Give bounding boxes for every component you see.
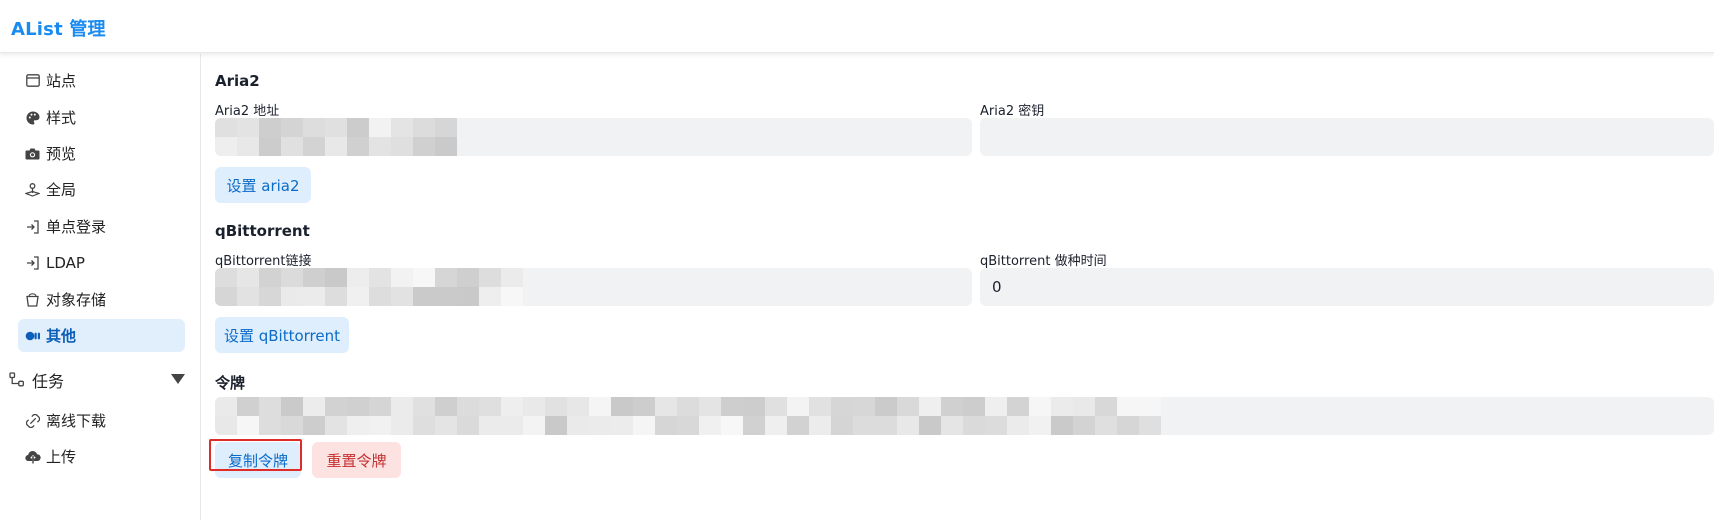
sidebar-item-label: 单点登录 <box>46 218 107 236</box>
chevron-down-icon[interactable] <box>171 374 185 384</box>
seedtime-value: 0 <box>992 278 1002 296</box>
sign-in-icon <box>24 254 41 271</box>
camera-icon <box>24 145 41 162</box>
workflow-icon <box>8 372 26 388</box>
token-input[interactable] <box>215 397 1714 435</box>
sidebar-item-label: 对象存储 <box>46 291 107 309</box>
section-title-token: 令牌 <box>215 374 246 392</box>
redacted-value <box>215 397 1161 435</box>
sidebar-item-label: 离线下载 <box>46 412 107 430</box>
sidebar-item-offline-download[interactable]: 离线下载 <box>18 404 185 437</box>
cloud-upload-icon <box>24 448 41 465</box>
sidebar-item-object-storage[interactable]: 对象存储 <box>18 283 185 316</box>
sidebar-item-preview[interactable]: 预览 <box>18 137 185 170</box>
sidebar-item-label: 上传 <box>46 448 77 466</box>
sidebar-item-site[interactable]: 站点 <box>18 64 185 97</box>
sidebar-item-label: 其他 <box>46 327 77 345</box>
aria2-secret-input[interactable] <box>980 118 1714 156</box>
focus-highlight <box>209 439 302 471</box>
sidebar-item-upload[interactable]: 上传 <box>18 440 185 473</box>
sidebar: 站点 样式 预览 全局 单点登录 LDAP 对象存储 其他 任务 离线下载 上传 <box>0 54 201 520</box>
palette-icon <box>24 109 41 126</box>
redacted-value <box>215 118 457 156</box>
sidebar-item-label: 全局 <box>46 181 77 199</box>
sign-in-icon <box>24 218 41 235</box>
set-aria2-button[interactable]: 设置 aria2 <box>215 167 311 203</box>
top-bar: AList 管理 <box>0 0 1714 53</box>
set-qbittorrent-button[interactable]: 设置 qBittorrent <box>215 317 349 353</box>
sidebar-item-other[interactable]: 其他 <box>18 319 185 352</box>
sidebar-item-ldap[interactable]: LDAP <box>18 246 185 279</box>
qbittorrent-url-label: qBittorrent链接 <box>215 254 312 269</box>
qbittorrent-url-input[interactable] <box>215 268 972 306</box>
redacted-value <box>215 268 523 306</box>
reset-token-button[interactable]: 重置令牌 <box>312 442 401 478</box>
qbittorrent-seedtime-input[interactable]: 0 <box>980 268 1714 306</box>
sidebar-item-global[interactable]: 全局 <box>18 173 185 206</box>
sidebar-item-sso[interactable]: 单点登录 <box>18 210 185 243</box>
bucket-icon <box>24 291 41 308</box>
sidebar-item-label: 预览 <box>46 145 77 163</box>
sidebar-item-style[interactable]: 样式 <box>18 101 185 134</box>
main-content: Aria2 Aria2 地址 Aria2 密钥 设置 aria2 qBittor… <box>202 54 1714 520</box>
app-title: AList 管理 <box>11 19 106 40</box>
sidebar-item-label: 样式 <box>46 109 77 127</box>
sidebar-item-label: 站点 <box>46 72 77 90</box>
sidebar-group-tasks[interactable]: 任务 <box>8 362 188 398</box>
sidebar-group-label: 任务 <box>32 372 65 391</box>
joystick-icon <box>24 181 41 198</box>
qbittorrent-seedtime-label: qBittorrent 做种时间 <box>980 254 1107 269</box>
aria2-secret-label: Aria2 密钥 <box>980 104 1045 119</box>
section-title-qbittorrent: qBittorrent <box>215 222 310 240</box>
browser-window-icon <box>24 72 41 89</box>
magnet-link-icon <box>24 412 41 429</box>
toggle-icon <box>24 327 41 344</box>
aria2-address-label: Aria2 地址 <box>215 104 280 119</box>
aria2-address-input[interactable] <box>215 118 972 156</box>
section-title-aria2: Aria2 <box>215 72 260 90</box>
sidebar-item-label: LDAP <box>46 253 85 272</box>
